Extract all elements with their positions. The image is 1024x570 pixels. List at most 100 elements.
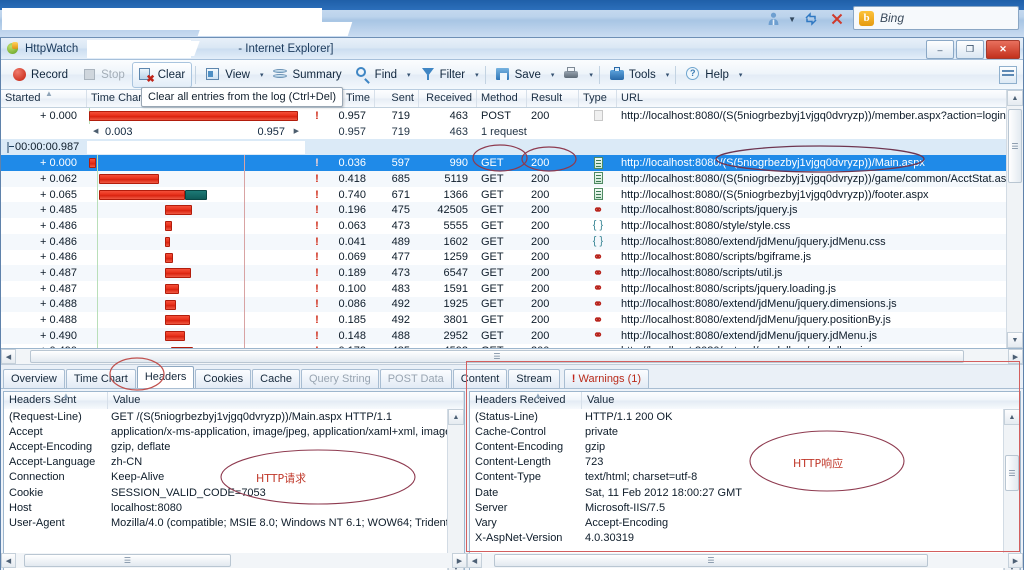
maximize-button[interactable]: ❐ — [956, 40, 984, 59]
grid-vertical-scrollbar[interactable]: ▲ ☰ ▼ — [1006, 90, 1023, 348]
column-header-url[interactable]: URL — [617, 90, 1023, 107]
table-row[interactable]: + 0.487! 0.189 473 6547 GET 200 http://localho… — [1, 265, 1023, 281]
scroll-right-icon[interactable]: ▶ — [1008, 349, 1023, 364]
cell-url[interactable]: http://localhost:8080/style/style.css — [617, 220, 1023, 232]
column-header-received[interactable]: Received — [419, 90, 477, 107]
request-header-row[interactable]: Accept application/x-ms-application, imag… — [4, 424, 448, 439]
grid-rows[interactable]: + 0.000! 0.957 719 463 POST 200 http://localho… — [1, 108, 1023, 348]
scroll-up-icon[interactable]: ▲ — [1007, 90, 1023, 106]
tab-post-data[interactable]: POST Data — [379, 369, 452, 388]
cell-url[interactable]: http://localhost:8080/scripts/jquery.loa… — [617, 283, 1023, 295]
response-header-row[interactable]: X-AspNet-Version 4.0.30319 — [470, 531, 1004, 546]
tab-headers[interactable]: Headers — [136, 366, 195, 388]
table-row[interactable]: + 0.062! 0.418 685 5119 GET 200 http://localho… — [1, 171, 1023, 187]
scroll-left-icon[interactable]: ◀ — [467, 553, 482, 568]
save-dropdown-caret-icon[interactable]: ▾ — [548, 71, 558, 79]
tab-warnings-1[interactable]: ! Warnings (1) — [563, 369, 650, 388]
request-headers-key-column[interactable]: Headers Sent ▲ — [4, 392, 108, 409]
request-headers-value-column[interactable]: Value — [108, 392, 464, 409]
table-row[interactable]: + 0.487! 0.100 483 1591 GET 200 http://localho… — [1, 280, 1023, 297]
search-input[interactable]: Bing — [880, 11, 904, 25]
grid-summary-row[interactable]: 0.003 0.957 0.957 719 463 1 request — [1, 123, 1023, 140]
response-header-row[interactable]: Content-Type text/html; charset=utf-8 — [470, 470, 1004, 485]
request-header-row[interactable]: Cookie SESSION_VALID_CODE=7053 — [4, 485, 448, 500]
response-header-row[interactable]: Date Sat, 11 Feb 2012 18:00:27 GMT — [470, 485, 1004, 500]
grid-scroll-thumb[interactable]: ☰ — [1008, 109, 1022, 183]
response-scroll-thumb[interactable]: ☰ — [1005, 455, 1019, 491]
cell-url[interactable]: http://localhost:8080/scripts/bgiframe.j… — [617, 251, 1023, 263]
response-pane-vertical-scrollbar[interactable]: ▲ ☰ ▼ — [1003, 409, 1020, 570]
detail-tabstrip[interactable]: Overview Time Chart Headers Cookies Cache Que… — [1, 365, 1023, 389]
response-headers-list[interactable]: (Status-Line) HTTP/1.1 200 OK Cache-Contro… — [470, 409, 1004, 570]
table-row[interactable]: + 0.490!0.1724854592GET200 http://localho… — [1, 343, 1023, 348]
tab-time-chart[interactable]: Time Chart — [65, 369, 136, 388]
cell-url[interactable]: http://localhost:8080/extend/jdMenu/jque… — [617, 236, 1023, 248]
table-row[interactable]: + 0.486! 0.063 473 5555 GET 200 http://localho… — [1, 218, 1023, 234]
request-hscroll-thumb[interactable]: ☰ — [24, 554, 231, 567]
column-header-result[interactable]: Result — [527, 90, 579, 107]
response-headers-value-column[interactable]: Value — [582, 392, 1020, 409]
cell-url[interactable]: http://localhost:8080/extend/jdMenu/jque… — [617, 330, 1023, 342]
toolbar-options-icon[interactable] — [999, 66, 1017, 84]
response-pane-hscrollbar[interactable]: ◀ ☰ ▶ — [467, 552, 1023, 569]
view-button[interactable]: View — [199, 62, 257, 88]
summary-button[interactable]: Summary — [266, 62, 348, 88]
people-icon[interactable] — [762, 8, 784, 30]
table-row[interactable]: + 0.485! 0.196 475 42505 GET 200 http://localh… — [1, 202, 1023, 219]
table-row[interactable]: + 0.000! 0.036 597 990 GET 200 http://localhos… — [1, 155, 1023, 172]
collapse-group-icon[interactable] — [7, 141, 14, 153]
request-pane-hscrollbar[interactable]: ◀ ☰ ▶ — [1, 552, 467, 569]
scroll-up-icon[interactable]: ▲ — [1004, 409, 1020, 425]
refresh-icon[interactable] — [800, 8, 822, 30]
tab-stream[interactable]: Stream — [508, 369, 560, 388]
response-header-row[interactable]: (Status-Line) HTTP/1.1 200 OK — [470, 409, 1004, 424]
table-row[interactable]: + 0.488! 0.086 492 1925 GET 200 http://localho… — [1, 296, 1023, 313]
group-label-cell[interactable]: 00:00:00.987 — [1, 141, 87, 153]
response-header-row[interactable]: Content-Length 723 — [470, 455, 1004, 470]
find-dropdown-caret-icon[interactable]: ▾ — [404, 71, 414, 79]
grid-hscroll-thumb[interactable]: ☰ — [30, 350, 964, 363]
column-header-method[interactable]: Method — [477, 90, 527, 107]
filter-button[interactable]: Filter — [414, 62, 473, 88]
clear-button[interactable]: Clear — [131, 61, 193, 88]
scroll-down-icon[interactable]: ▼ — [1007, 332, 1023, 348]
scroll-left-icon[interactable]: ◀ — [1, 553, 16, 568]
chevron-down-icon[interactable]: ▼ — [788, 15, 796, 24]
response-header-row[interactable]: Vary Accept-Encoding — [470, 515, 1004, 530]
cell-url[interactable]: http://localhost:8080/extend/modalbox/mo… — [617, 345, 1023, 348]
view-dropdown-caret-icon[interactable]: ▾ — [257, 71, 267, 79]
help-dropdown-caret-icon[interactable]: ▾ — [736, 71, 746, 79]
request-header-row[interactable]: Connection Keep-Alive — [4, 470, 448, 485]
stop-button[interactable]: Stop — [75, 62, 132, 88]
request-header-row[interactable]: (Request-Line) GET /(S(5niogrbezbyj1vjgq0… — [4, 409, 448, 424]
tab-query-string[interactable]: Query String — [300, 369, 379, 388]
request-hscroll-track[interactable]: ☰ — [16, 553, 452, 568]
response-hscroll-thumb[interactable]: ☰ — [494, 554, 928, 567]
record-button[interactable]: Record — [5, 62, 75, 88]
tab-cache[interactable]: Cache — [252, 369, 300, 388]
help-button[interactable]: Help — [679, 62, 736, 88]
minimize-button[interactable]: – — [926, 40, 954, 59]
response-hscroll-track[interactable]: ☰ — [482, 553, 1008, 568]
column-header-started[interactable]: Started ▲ — [1, 90, 87, 107]
tools-dropdown-caret-icon[interactable]: ▾ — [663, 71, 673, 79]
print-dropdown-caret-icon[interactable]: ▾ — [586, 71, 596, 79]
save-button[interactable]: Save — [489, 62, 548, 88]
stop-icon[interactable] — [826, 8, 848, 30]
cell-url[interactable]: http://localhost:8080/(S(5niogrbezbyj1vj… — [617, 110, 1023, 122]
grid-group-row[interactable]: 00:00:00.987 — [1, 139, 1023, 156]
cell-url[interactable]: http://localhost:8080/extend/jdMenu/jque… — [617, 298, 1023, 310]
filter-dropdown-caret-icon[interactable]: ▾ — [472, 71, 482, 79]
column-header-sent[interactable]: Sent — [375, 90, 419, 107]
print-button[interactable] — [557, 62, 586, 88]
request-pane-vertical-scrollbar[interactable]: ▲ ▼ — [447, 409, 464, 570]
table-row[interactable]: + 0.000! 0.957 719 463 POST 200 http://localho… — [1, 108, 1023, 124]
request-header-row[interactable]: Accept-Encoding gzip, deflate — [4, 439, 448, 454]
scroll-right-icon[interactable]: ▶ — [452, 553, 467, 568]
request-header-row[interactable]: Host localhost:8080 — [4, 500, 448, 515]
search-box[interactable]: b Bing — [853, 6, 1019, 30]
table-row[interactable]: + 0.490! 0.148 488 2952 GET 200 http://localho… — [1, 327, 1023, 344]
grid-hscroll-track[interactable]: ☰ — [16, 349, 1008, 364]
find-button[interactable]: Find — [349, 62, 404, 88]
cell-url[interactable]: http://localhost:8080/(S(5niogrbezbyj1vj… — [617, 173, 1023, 185]
